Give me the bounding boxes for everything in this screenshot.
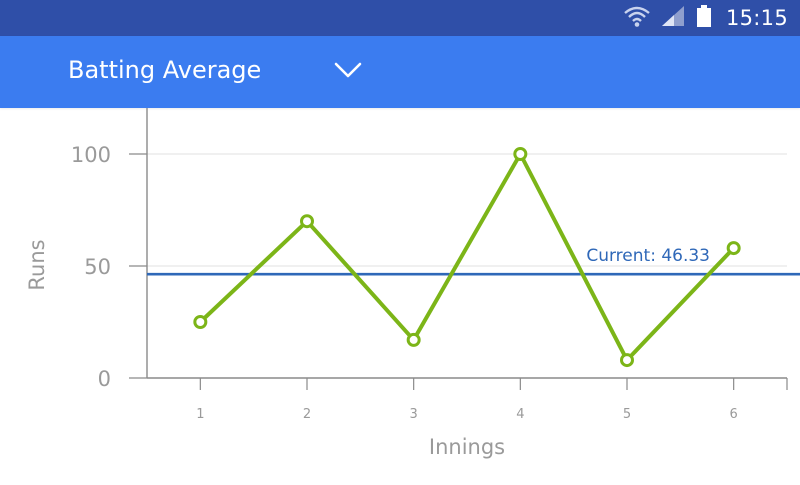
batting-chart: Current: 46.33 0 50 100 1 2 3 4 5 6 Innings Runs <box>25 108 800 459</box>
data-point[interactable] <box>620 353 634 368</box>
chevron-down-icon <box>334 61 362 84</box>
x-tick-label: 2 <box>303 407 311 422</box>
status-icons: 15:15 <box>624 0 788 36</box>
chart-area: Current: 46.33 0 50 100 1 2 3 4 5 6 Innings Runs <box>0 108 800 480</box>
data-point[interactable] <box>406 332 421 347</box>
data-point[interactable] <box>726 241 741 256</box>
cell-signal-icon <box>660 4 686 33</box>
x-tick-label: 5 <box>623 407 631 422</box>
stat-selector-title[interactable]: Batting Average <box>68 56 261 84</box>
y-tick-label: 100 <box>71 143 111 167</box>
y-tick-label: 50 <box>84 255 111 279</box>
app-bar: Batting Average <box>0 36 800 108</box>
x-tick-label: 1 <box>196 407 204 422</box>
data-point[interactable] <box>300 214 314 229</box>
battery-icon <box>696 4 712 33</box>
y-tick-label: 0 <box>98 367 111 391</box>
x-tick-label: 4 <box>516 407 524 422</box>
data-point[interactable] <box>193 315 208 329</box>
reference-line-group: Current: 46.33 <box>147 246 800 276</box>
x-tick-label: 6 <box>730 407 738 422</box>
status-time: 15:15 <box>725 6 788 30</box>
labels-group: 0 50 100 1 2 3 4 5 6 Innings Runs <box>25 143 738 459</box>
x-tick-label: 3 <box>410 407 418 422</box>
y-axis-title: Runs <box>25 239 49 290</box>
status-bar: 15:15 <box>0 0 800 36</box>
current-average-label: Current: 46.33 <box>586 246 710 266</box>
x-axis-title: Innings <box>429 435 505 459</box>
stat-selector-dropdown[interactable] <box>330 54 366 90</box>
wifi-icon <box>624 4 650 33</box>
data-point[interactable] <box>513 147 528 161</box>
